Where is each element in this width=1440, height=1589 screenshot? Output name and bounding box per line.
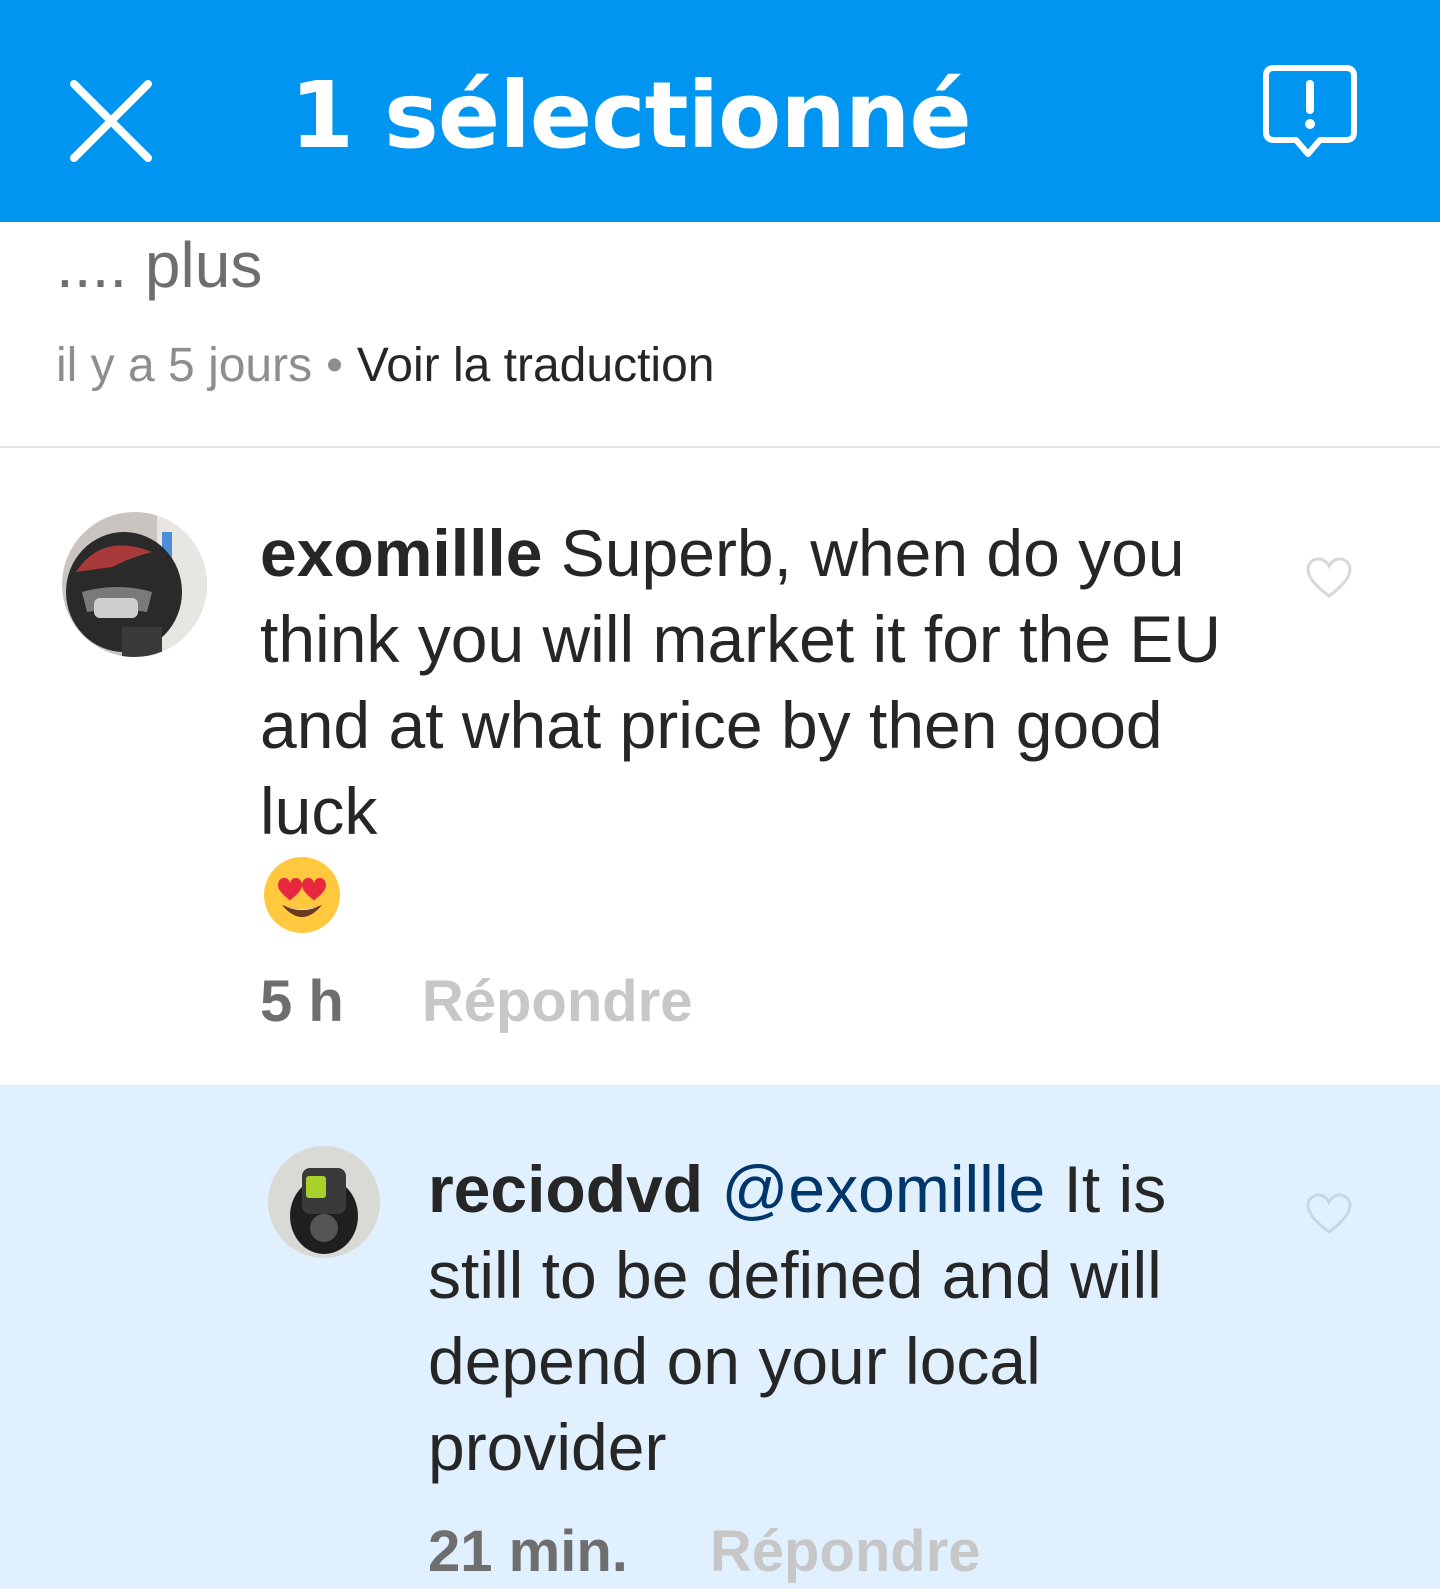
report-icon[interactable] xyxy=(1258,62,1362,166)
see-translation-link[interactable]: Voir la traduction xyxy=(357,339,715,392)
comment-meta: 5 h Répondre xyxy=(260,968,693,1035)
comment-text: reciodvd @exomillle It is still to be de… xyxy=(428,1146,1258,1490)
mention-link[interactable]: @exomillle xyxy=(721,1152,1045,1226)
like-heart-icon[interactable] xyxy=(1305,556,1353,600)
comment-username[interactable]: reciodvd xyxy=(428,1152,703,1226)
reply-button[interactable]: Répondre xyxy=(422,969,693,1034)
heart-eyes-emoji-icon xyxy=(262,855,342,935)
previous-comment-meta: il y a 5 jours • Voir la traduction xyxy=(56,338,714,393)
like-heart-icon[interactable] xyxy=(1305,1192,1353,1236)
avatar[interactable] xyxy=(268,1146,380,1258)
selection-action-bar: 1 sélectionné xyxy=(0,0,1440,222)
comment-time: 21 min. xyxy=(428,1519,628,1584)
avatar[interactable] xyxy=(62,512,207,657)
comment-meta: 21 min. Répondre xyxy=(428,1518,981,1585)
close-icon[interactable] xyxy=(62,72,162,172)
previous-comment-time: il y a 5 jours xyxy=(56,339,313,392)
more-text-link[interactable]: .... plus xyxy=(56,228,262,302)
comment-username[interactable]: exomillle xyxy=(260,516,542,590)
comment-text: exomillle Superb, when do you think you … xyxy=(260,510,1260,854)
reply-button[interactable]: Répondre xyxy=(710,1519,981,1584)
selection-count-title: 1 sélectionné xyxy=(290,62,972,169)
comment-time: 5 h xyxy=(260,969,344,1034)
meta-separator: • xyxy=(326,339,343,392)
section-divider xyxy=(0,446,1440,448)
